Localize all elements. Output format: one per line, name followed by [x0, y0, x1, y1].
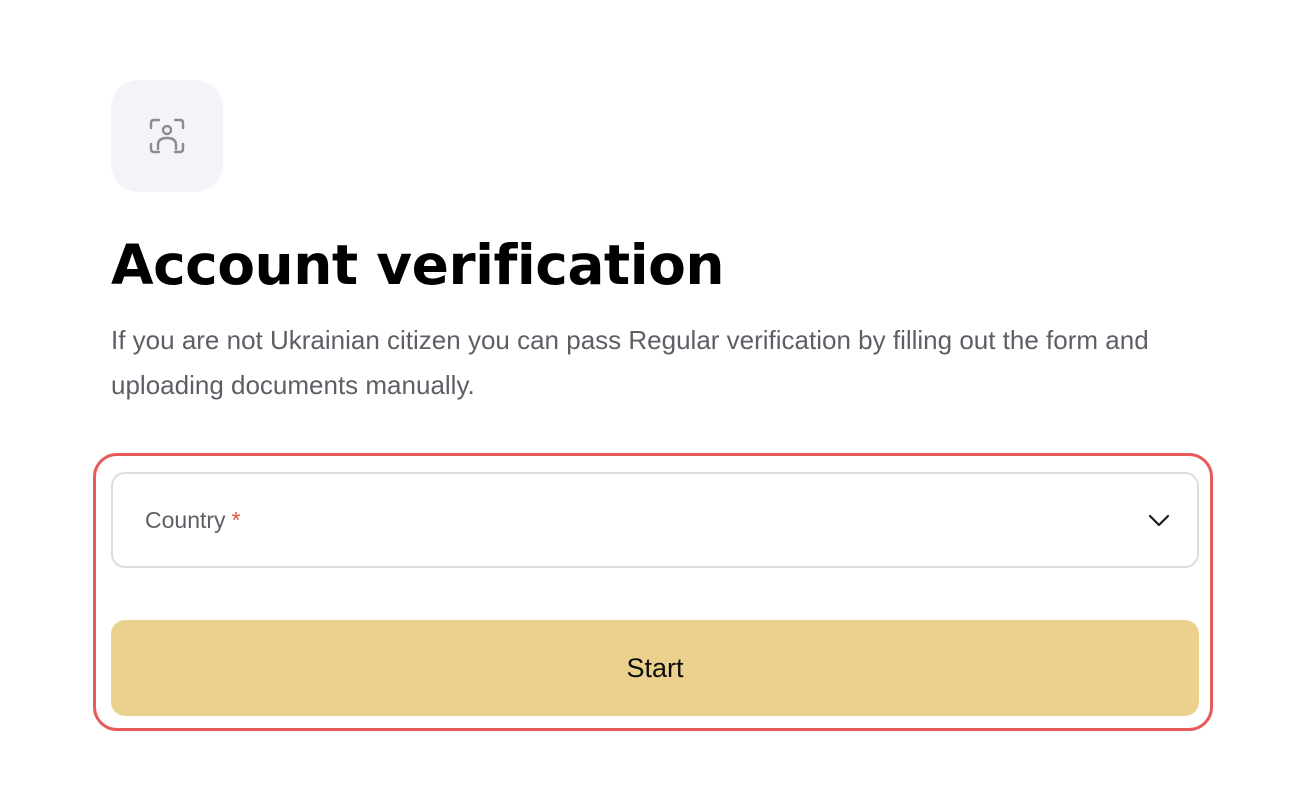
start-button[interactable]: Start — [111, 620, 1199, 716]
verification-icon-tile — [111, 80, 223, 192]
page-title: Account verification — [111, 233, 725, 297]
required-asterisk: * — [231, 507, 241, 533]
chevron-down-icon[interactable] — [1147, 510, 1171, 530]
face-scan-icon — [149, 118, 185, 154]
country-label: Country * — [145, 474, 241, 566]
verification-page: Account verification If you are not Ukra… — [0, 0, 1310, 796]
page-description: If you are not Ukrainian citizen you can… — [111, 325, 1149, 400]
country-select[interactable]: Country * — [111, 472, 1199, 568]
country-label-text: Country — [145, 507, 226, 533]
